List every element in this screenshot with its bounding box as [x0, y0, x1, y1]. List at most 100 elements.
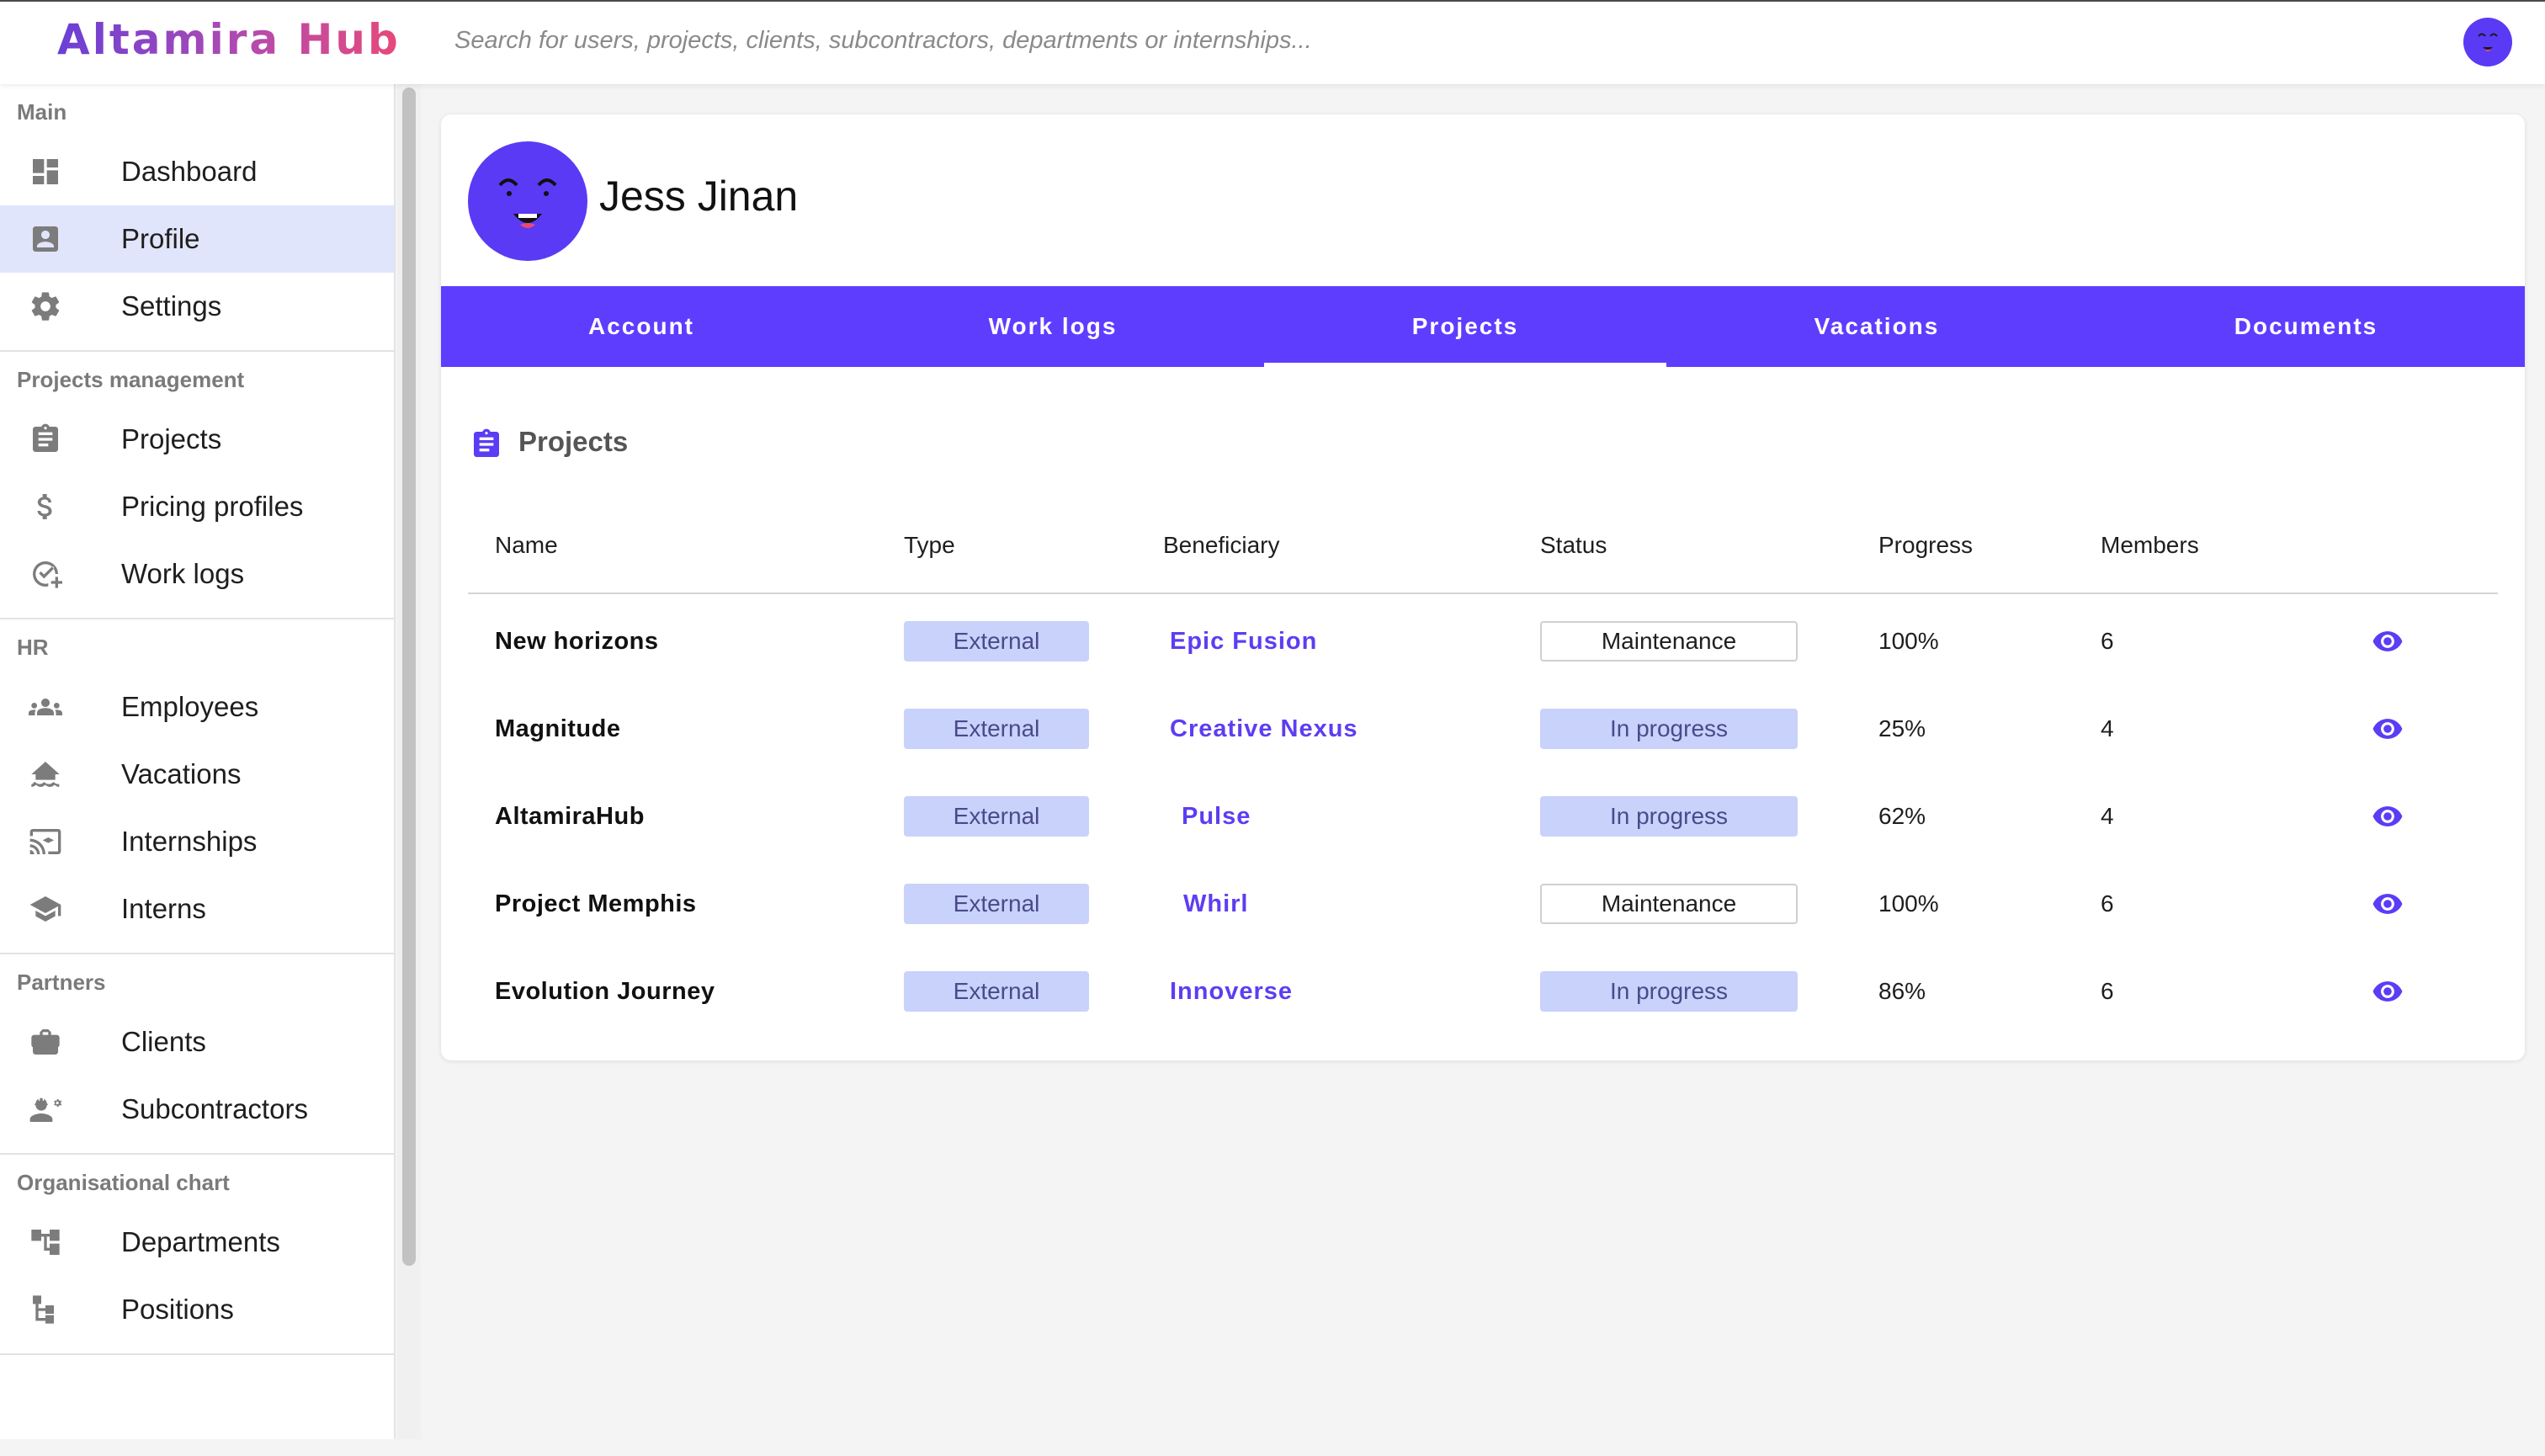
type-badge: External — [904, 709, 1089, 749]
table-row: AltamiraHub External Pulse In progress 6… — [468, 773, 2498, 860]
user-avatar-icon[interactable] — [2463, 17, 2513, 67]
engineer-icon — [29, 1092, 62, 1126]
sidebar-item-positions[interactable]: Positions — [0, 1276, 394, 1343]
section-title: Projects — [518, 426, 629, 457]
tab-account[interactable]: Account — [441, 286, 842, 367]
status-badge: Maintenance — [1540, 884, 1798, 924]
sidebar-section-hr: HR Employees Vacations Internships Inter… — [0, 619, 394, 954]
beach-icon — [29, 757, 62, 791]
sidebar-item-label: Positions — [121, 1294, 234, 1325]
column-header-progress[interactable]: Progress — [1878, 532, 1973, 559]
status-badge: In progress — [1540, 971, 1798, 1012]
profile-avatar-icon — [468, 141, 587, 261]
sidebar-section-title: Projects management — [17, 367, 245, 392]
type-badge: External — [904, 621, 1089, 662]
school-icon — [29, 892, 62, 926]
app-logo[interactable]: Altamira Hub — [57, 15, 401, 64]
project-name: Evolution Journey — [495, 977, 715, 1005]
sidebar-section-partners: Partners Clients Subcontractors — [0, 954, 394, 1155]
eye-icon[interactable] — [2372, 625, 2404, 657]
sidebar: Main Dashboard Profile Settings Projects… — [0, 84, 396, 1439]
profile-icon — [29, 222, 62, 256]
briefcase-icon — [29, 1025, 62, 1059]
sidebar-item-subcontractors[interactable]: Subcontractors — [0, 1076, 394, 1143]
eye-icon[interactable] — [2372, 975, 2404, 1007]
beneficiary-link[interactable]: Whirl — [1183, 860, 1249, 948]
beneficiary-link[interactable]: Pulse — [1182, 773, 1251, 860]
top-bar: Altamira Hub — [0, 0, 2545, 84]
sidebar-item-clients[interactable]: Clients — [0, 1008, 394, 1076]
status-badge: In progress — [1540, 796, 1798, 837]
project-name: Project Memphis — [495, 890, 697, 917]
sidebar-item-dashboard[interactable]: Dashboard — [0, 138, 394, 205]
table-row: New horizons External Epic Fusion Mainte… — [468, 598, 2498, 685]
sidebar-section-title: HR — [17, 635, 49, 660]
sidebar-item-label: Departments — [121, 1226, 280, 1257]
eye-icon[interactable] — [2372, 800, 2404, 832]
type-badge: External — [904, 971, 1089, 1012]
sidebar-item-settings[interactable]: Settings — [0, 273, 394, 340]
sidebar-section-projects-management: Projects management Projects Pricing pro… — [0, 352, 394, 619]
dollar-icon — [29, 490, 62, 523]
tab-projects[interactable]: Projects — [1264, 286, 1666, 367]
sidebar-item-label: Dashboard — [121, 156, 258, 187]
sidebar-item-label: Clients — [121, 1026, 206, 1057]
sidebar-item-interns[interactable]: Interns — [0, 875, 394, 943]
sidebar-item-pricing-profiles[interactable]: Pricing profiles — [0, 473, 394, 540]
status-badge: In progress — [1540, 709, 1798, 749]
eye-icon[interactable] — [2372, 713, 2404, 745]
sidebar-item-profile[interactable]: Profile — [0, 205, 394, 273]
tab-work-logs[interactable]: Work logs — [842, 286, 1264, 367]
sidebar-item-label: Internships — [121, 826, 258, 857]
sidebar-item-work-logs[interactable]: Work logs — [0, 540, 394, 608]
table-row: Project Memphis External Whirl Maintenan… — [468, 860, 2498, 948]
tree-icon — [29, 1225, 62, 1259]
column-header-status[interactable]: Status — [1540, 532, 1607, 559]
members-count: 6 — [2101, 978, 2114, 1004]
sidebar-item-label: Settings — [121, 290, 222, 321]
beneficiary-link[interactable]: Epic Fusion — [1170, 598, 1317, 685]
type-badge: External — [904, 884, 1089, 924]
dashboard-icon — [29, 155, 62, 189]
sidebar-section-title: Main — [17, 99, 67, 125]
progress-value: 25% — [1878, 715, 1926, 741]
sidebar-item-label: Projects — [121, 423, 222, 454]
sidebar-item-label: Interns — [121, 893, 206, 924]
sidebar-item-projects[interactable]: Projects — [0, 406, 394, 473]
column-header-name[interactable]: Name — [495, 532, 558, 559]
profile-tabs: Account Work logs Projects Vacations Doc… — [441, 286, 2525, 367]
project-name: AltamiraHub — [495, 802, 645, 830]
eye-icon[interactable] — [2372, 888, 2404, 920]
sidebar-scrollbar-thumb[interactable] — [402, 88, 416, 1266]
status-badge: Maintenance — [1540, 621, 1798, 662]
sidebar-item-label: Employees — [121, 691, 259, 722]
sidebar-item-label: Work logs — [121, 558, 245, 589]
check-add-icon — [29, 557, 62, 591]
table-header: Name Type Beneficiary Status Progress Me… — [468, 532, 2498, 594]
progress-value: 62% — [1878, 803, 1926, 829]
profile-card: Jess Jinan Account Work logs Projects Va… — [441, 114, 2525, 1060]
profile-name: Jess Jinan — [599, 173, 799, 220]
tab-vacations[interactable]: Vacations — [1666, 286, 2087, 367]
search-input[interactable] — [454, 22, 1801, 59]
sidebar-section-title: Organisational chart — [17, 1170, 230, 1195]
sidebar-item-label: Subcontractors — [121, 1093, 308, 1124]
column-header-type[interactable]: Type — [904, 532, 955, 559]
sidebar-item-label: Profile — [121, 223, 200, 254]
column-header-beneficiary[interactable]: Beneficiary — [1163, 532, 1280, 559]
clipboard-icon — [470, 426, 503, 463]
progress-value: 86% — [1878, 978, 1926, 1004]
sidebar-item-internships[interactable]: Internships — [0, 808, 394, 875]
gear-icon — [29, 290, 62, 323]
members-count: 4 — [2101, 803, 2114, 829]
tab-documents[interactable]: Documents — [2087, 286, 2525, 367]
sidebar-item-vacations[interactable]: Vacations — [0, 741, 394, 808]
beneficiary-link[interactable]: Creative Nexus — [1170, 685, 1358, 773]
table-row: Evolution Journey External Innoverse In … — [468, 948, 2498, 1035]
type-badge: External — [904, 796, 1089, 837]
column-header-members[interactable]: Members — [2101, 532, 2199, 559]
sidebar-item-departments[interactable]: Departments — [0, 1209, 394, 1276]
beneficiary-link[interactable]: Innoverse — [1170, 948, 1293, 1035]
sidebar-item-label: Vacations — [121, 758, 242, 789]
sidebar-item-employees[interactable]: Employees — [0, 673, 394, 741]
